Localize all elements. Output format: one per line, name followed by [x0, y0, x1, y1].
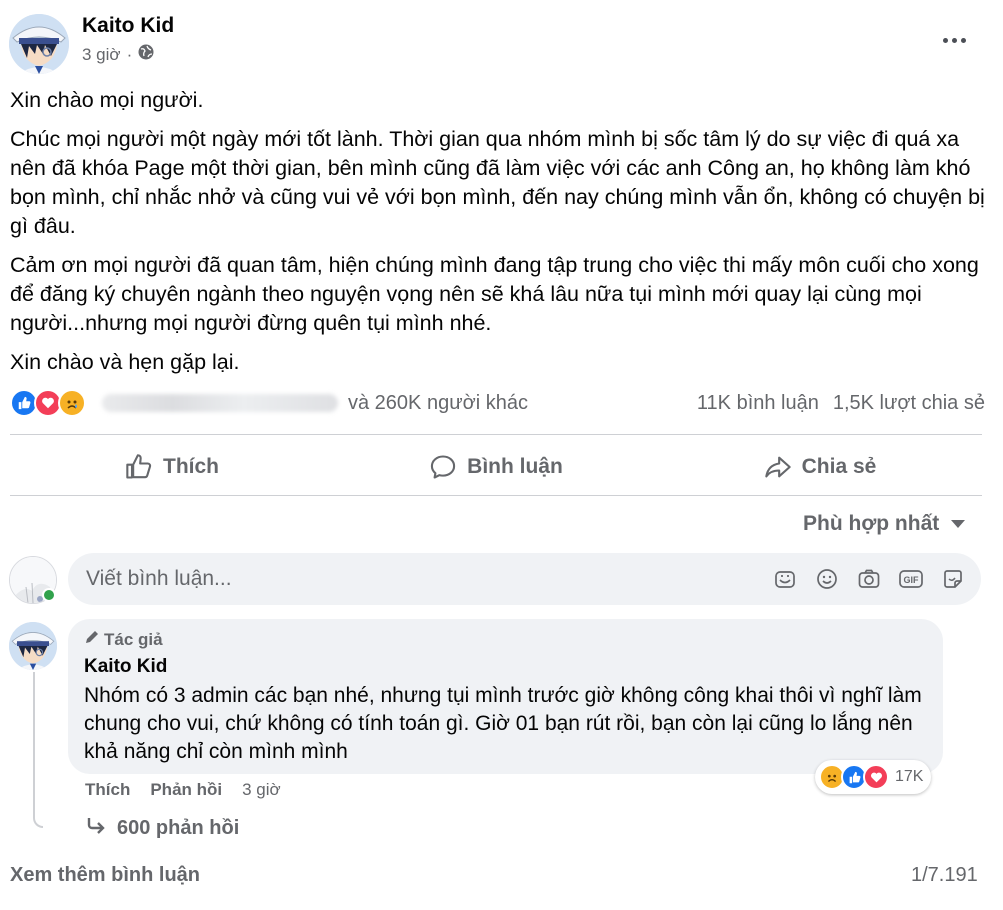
see-more-comments-button[interactable]: Xem thêm bình luận [10, 864, 200, 887]
comment-reaction-count: 17K [895, 768, 924, 785]
reaction-others-text[interactable]: và 260K người khác [348, 392, 528, 415]
reaction-icons[interactable] [10, 389, 86, 417]
comment-like-button[interactable]: Thích [85, 780, 130, 800]
reactions-summary: và 260K người khác 11K bình luận 1,5K lư… [10, 386, 985, 420]
comment-reactions[interactable]: 17K [815, 760, 932, 794]
comments-pager: 1/7.191 [911, 864, 978, 886]
comments-count[interactable]: 11K bình luận [697, 392, 819, 415]
shares-count[interactable]: 1,5K lượt chia sẻ [833, 392, 985, 415]
svg-text:GIF: GIF [904, 575, 920, 585]
share-arrow-icon [764, 456, 791, 478]
post-author-name[interactable]: Kaito Kid [82, 14, 174, 38]
comment-text: Nhóm có 3 admin các bạn nhé, nhưng tụi m… [84, 684, 922, 763]
comment-label: Bình luận [467, 455, 563, 478]
post-paragraph: Chúc mọi người một ngày mới tốt lành. Th… [10, 127, 985, 238]
comment-bubble: Tác giả Kaito Kid Nhóm có 3 admin các bạ… [68, 619, 943, 774]
sticker-face-icon[interactable] [771, 565, 799, 593]
view-replies-button[interactable]: 600 phản hồi [85, 815, 239, 841]
author-badge: Tác giả [84, 629, 927, 650]
meta-separator: · [126, 44, 133, 64]
comment-button[interactable]: Bình luận [334, 442, 658, 492]
emoji-icon[interactable] [813, 565, 841, 593]
replies-count-label: 600 phản hồi [117, 816, 240, 839]
love-icon [863, 764, 889, 790]
share-button[interactable]: Chia sẻ [658, 442, 982, 492]
post-body: Xin chào mọi người. Chúc mọi người một n… [10, 86, 985, 387]
comment-actions: Thích Phản hồi 3 giờ [85, 780, 281, 800]
like-button[interactable]: Thích [10, 442, 334, 492]
like-label: Thích [163, 455, 219, 478]
more-dot [960, 37, 966, 43]
author-avatar[interactable] [9, 14, 69, 74]
sticker-icon[interactable] [939, 565, 967, 593]
post-action-bar: Thích Bình luận Chia sẻ [10, 442, 982, 492]
reactor-names-blurred[interactable] [102, 394, 338, 412]
share-label: Chia sẻ [801, 455, 877, 478]
reply-arrow-icon [85, 815, 107, 841]
more-options-button[interactable] [936, 28, 972, 52]
comment-input[interactable] [86, 567, 771, 591]
thumbs-up-icon [126, 454, 152, 479]
composer-icon-row: GIF [771, 565, 967, 593]
gif-icon[interactable]: GIF [897, 565, 925, 593]
comment-bubble-icon [431, 455, 456, 479]
divider [10, 434, 982, 435]
post-paragraph: Xin chào và hẹn gặp lại. [10, 350, 240, 374]
pencil-icon [84, 629, 100, 650]
online-status-dot [42, 588, 56, 602]
comment-sort-dropdown[interactable]: Phù hợp nhất [803, 512, 966, 536]
post-time[interactable]: 3 giờ [82, 45, 121, 65]
author-badge-label: Tác giả [104, 629, 163, 649]
comment-reply-button[interactable]: Phản hồi [150, 780, 222, 800]
divider [10, 495, 982, 496]
more-dot [942, 37, 948, 43]
post-paragraph: Xin chào mọi người. [10, 88, 204, 112]
more-dot [951, 37, 957, 43]
comment-author-name[interactable]: Kaito Kid [84, 656, 927, 678]
caret-down-icon [951, 520, 966, 528]
sad-icon [58, 389, 86, 417]
post-meta: 3 giờ · [82, 44, 154, 65]
comment-time[interactable]: 3 giờ [242, 780, 281, 800]
globe-icon [138, 44, 154, 65]
sort-label: Phù hợp nhất [803, 512, 940, 535]
comment-composer[interactable]: GIF [68, 553, 981, 605]
reply-thread-line [33, 672, 43, 828]
engagement-counts: 11K bình luận 1,5K lượt chia sẻ [697, 392, 985, 415]
post-paragraph: Cảm ơn mọi người đã quan tâm, hiện chúng… [10, 253, 979, 335]
camera-icon[interactable] [855, 565, 883, 593]
comment-author-avatar[interactable] [9, 622, 57, 670]
